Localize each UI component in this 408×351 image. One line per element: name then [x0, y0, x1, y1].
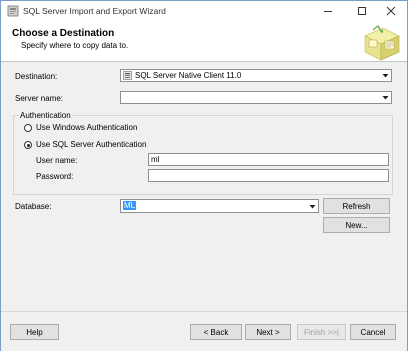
database-label: Database:	[15, 202, 52, 211]
destination-dropdown[interactable]: SQL Server Native Client 11.0	[120, 69, 392, 82]
app-icon	[7, 5, 19, 17]
database-wizard-graphic-icon	[364, 24, 400, 61]
server-name-dropdown[interactable]	[120, 91, 392, 104]
page-title: Choose a Destination	[12, 28, 115, 39]
sql-auth-radio[interactable]	[24, 141, 32, 149]
username-label: User name:	[36, 156, 78, 165]
chevron-down-icon	[382, 96, 389, 100]
finish-button[interactable]: Finish >>|	[297, 324, 346, 340]
close-icon	[386, 6, 396, 16]
back-button[interactable]: < Back	[190, 324, 242, 340]
wizard-footer: Help < Back Next > Finish >>| Cancel	[1, 312, 407, 351]
username-value: ml	[151, 155, 160, 164]
windows-auth-radio[interactable]	[24, 124, 32, 132]
sql-server-provider-icon	[123, 71, 132, 80]
wizard-header: Choose a Destination Specify where to co…	[1, 22, 407, 62]
authentication-group-label: Authentication	[19, 111, 72, 120]
help-button[interactable]: Help	[10, 324, 59, 340]
destination-value: SQL Server Native Client 11.0	[135, 71, 242, 80]
cancel-button[interactable]: Cancel	[350, 324, 396, 340]
password-label: Password:	[36, 172, 74, 181]
title-bar: SQL Server Import and Export Wizard	[1, 1, 407, 22]
next-button[interactable]: Next >	[245, 324, 291, 340]
minimize-button[interactable]	[313, 1, 343, 21]
minimize-icon	[324, 11, 332, 12]
destination-label: Destination:	[15, 72, 58, 81]
new-database-button[interactable]: New...	[323, 217, 390, 233]
database-value: ML	[123, 201, 137, 210]
windows-auth-label[interactable]: Use Windows Authentication	[36, 123, 137, 132]
refresh-button[interactable]: Refresh	[323, 198, 390, 214]
wizard-window: SQL Server Import and Export Wizard Choo…	[0, 0, 408, 351]
close-button[interactable]	[376, 1, 406, 21]
server-name-label: Server name:	[15, 94, 64, 103]
chevron-down-icon	[309, 205, 316, 209]
page-subtitle: Specify where to copy data to.	[21, 41, 129, 50]
username-field[interactable]: ml	[148, 153, 389, 166]
window-title: SQL Server Import and Export Wizard	[23, 6, 166, 16]
database-dropdown[interactable]: ML	[120, 199, 319, 213]
maximize-icon	[358, 7, 366, 15]
sql-auth-label[interactable]: Use SQL Server Authentication	[36, 140, 146, 149]
chevron-down-icon	[382, 74, 389, 78]
password-field[interactable]	[148, 169, 389, 182]
maximize-button[interactable]	[347, 1, 377, 21]
